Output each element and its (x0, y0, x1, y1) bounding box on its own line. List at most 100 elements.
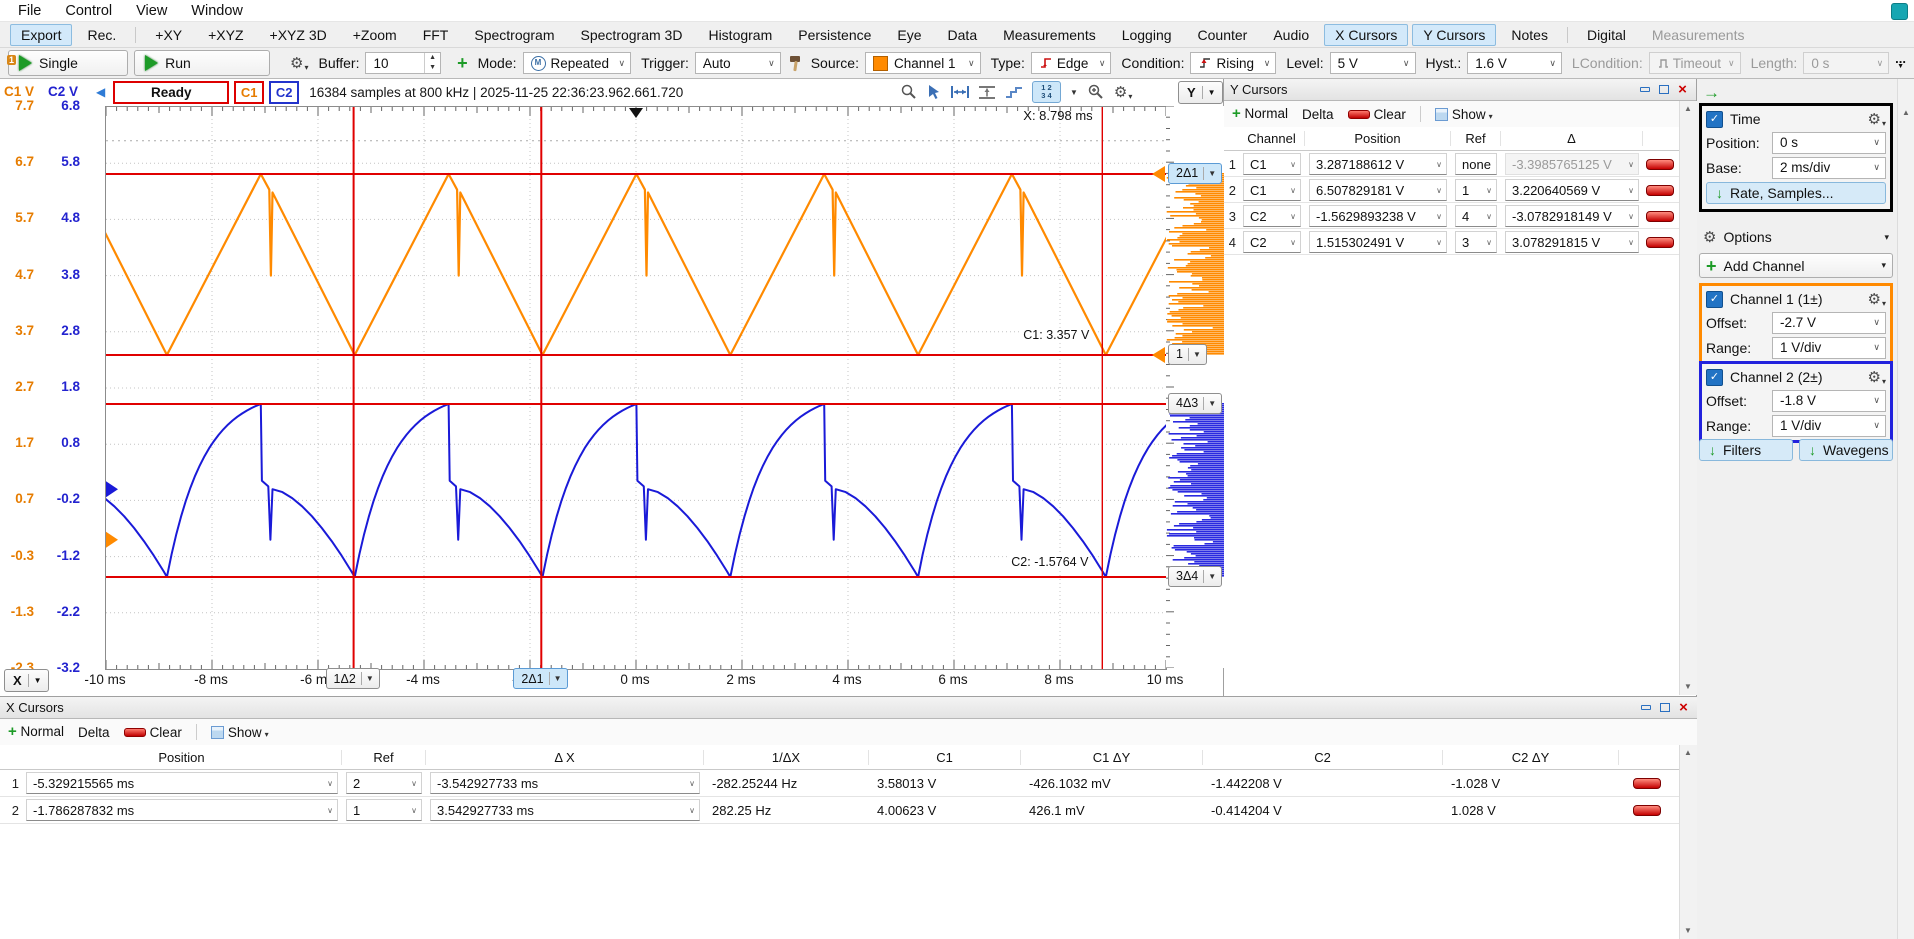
y-cursor-flag-3Δ4[interactable]: 3Δ4▼ (1168, 566, 1222, 587)
buffer-spin-arrows[interactable]: ▲▼ (424, 53, 440, 73)
channel-select[interactable]: C2∨ (1243, 231, 1301, 253)
scroll-up-icon[interactable]: ▲ (1680, 101, 1696, 117)
c2-visibility-button[interactable]: C2 (269, 81, 299, 104)
wavegens-button[interactable]: ↓Wavegens (1799, 439, 1893, 461)
scroll-down-icon[interactable]: ▼ (1680, 679, 1696, 695)
channel2-gear-icon[interactable]: ⚙▾ (1868, 368, 1886, 386)
remove-cursor-button[interactable] (1633, 805, 1661, 816)
tab-fft[interactable]: FFT (412, 24, 460, 46)
scroll-up-icon[interactable]: ▲ (1898, 105, 1914, 121)
zoom-fit-icon[interactable] (900, 83, 918, 101)
tab-y-cursors[interactable]: Y Cursors (1412, 24, 1496, 46)
channel1-offset-select[interactable]: -2.7 V∨ (1772, 312, 1886, 334)
hammer-icon[interactable] (787, 54, 801, 72)
position-select[interactable]: -5.329215565 ms∨ (26, 772, 338, 794)
channel2-offset-select[interactable]: -1.8 V∨ (1772, 390, 1886, 412)
time-checkbox[interactable]: ✓ (1706, 111, 1723, 128)
channel1-checkbox[interactable]: ✓ (1706, 291, 1723, 308)
y-cursor-flag-4Δ3[interactable]: 4Δ3▼ (1168, 393, 1222, 414)
y-add-normal-button[interactable]: + Normal (1232, 106, 1288, 122)
channel2-checkbox[interactable]: ✓ (1706, 369, 1723, 386)
y-cursors-title-bar[interactable]: Y Cursors × (1224, 79, 1696, 101)
trigger-position-marker[interactable] (629, 108, 643, 118)
tab-rec-[interactable]: Rec. (76, 24, 127, 46)
zoom-in-icon[interactable] (1087, 83, 1105, 101)
time-position-select[interactable]: 0 s∨ (1772, 132, 1886, 154)
channel-select[interactable]: C1∨ (1243, 179, 1301, 201)
ref-select[interactable]: 2∨ (346, 772, 422, 794)
collapse-left-icon[interactable]: ◀ (96, 85, 105, 99)
tab-histogram[interactable]: Histogram (697, 24, 783, 46)
x-add-delta-button[interactable]: Delta (78, 725, 110, 740)
remove-cursor-button[interactable] (1633, 778, 1661, 789)
menu-item-window[interactable]: Window (179, 3, 255, 19)
dx-select[interactable]: 3.542927733 ms∨ (430, 799, 700, 821)
minimize-icon[interactable] (1637, 83, 1652, 96)
position-select[interactable]: 1.515302491 V∨ (1309, 231, 1447, 253)
remove-cursor-button[interactable] (1646, 185, 1674, 196)
channel1-range-select[interactable]: 1 V/div∨ (1772, 337, 1886, 359)
tab-persistence[interactable]: Persistence (787, 24, 882, 46)
trigger-select[interactable]: Auto∨ (695, 52, 781, 74)
plot-gear-icon[interactable]: ⚙▾ (1114, 83, 1132, 101)
menu-item-file[interactable]: File (6, 3, 53, 19)
toolbar-overflow-button[interactable]: ...▼ (1895, 55, 1906, 71)
expand-right-icon[interactable]: → (1703, 83, 1720, 103)
dx-select[interactable]: -3.542927733 ms∨ (430, 772, 700, 794)
position-select[interactable]: 6.507829181 V∨ (1309, 179, 1447, 201)
scroll-up-icon[interactable]: ▲ (1680, 745, 1696, 761)
waveform-plot[interactable] (105, 106, 1167, 670)
rate-samples-button[interactable]: ↓Rate, Samples... (1706, 182, 1886, 204)
delta-select[interactable]: 3.220640569 V∨ (1505, 179, 1639, 201)
x-axis-button[interactable]: X▼ (4, 669, 49, 692)
y-show-menu[interactable]: Show▾ (1435, 107, 1493, 122)
x-cursor-flag-1Δ2[interactable]: 1Δ2▼ (326, 668, 380, 689)
x-show-menu[interactable]: Show▾ (211, 725, 269, 740)
buffer-spinner[interactable]: 10 ▲▼ (365, 52, 441, 74)
source-select[interactable]: Channel 1 ∨ (865, 52, 981, 74)
channel2-range-select[interactable]: 1 V/div∨ (1772, 415, 1886, 437)
tab--xyz[interactable]: +XYZ (197, 24, 254, 46)
tab-eye[interactable]: Eye (886, 24, 932, 46)
add-channel-button[interactable]: + Add Channel ▾ (1699, 253, 1893, 278)
channel1-gear-icon[interactable]: ⚙▾ (1868, 290, 1886, 308)
mode-select[interactable]: MRepeated ∨ (523, 52, 632, 74)
ref-select[interactable]: 4∨ (1455, 205, 1497, 227)
hysteresis-select[interactable]: 1.6 V∨ (1467, 52, 1562, 74)
menu-item-view[interactable]: View (124, 3, 179, 19)
type-select[interactable]: Edge ∨ (1031, 52, 1112, 74)
time-gear-icon[interactable]: ⚙▾ (1868, 110, 1886, 128)
tab-spectrogram-3d[interactable]: Spectrogram 3D (570, 24, 694, 46)
channel-select[interactable]: C1∨ (1243, 153, 1301, 175)
run-button[interactable]: Run (134, 50, 270, 76)
close-icon[interactable]: × (1676, 701, 1691, 714)
pointer-icon[interactable] (927, 84, 942, 101)
y-panel-scrollbar[interactable]: ▲ ▼ (1679, 101, 1697, 695)
tab--xy[interactable]: +XY (144, 24, 193, 46)
right-col-scrollbar[interactable]: ▲ (1897, 79, 1914, 939)
tab--xyz-3d[interactable]: +XYZ 3D (259, 24, 338, 46)
condition-select[interactable]: Rising ∨ (1190, 52, 1276, 74)
c1-visibility-button[interactable]: C1 (234, 81, 264, 104)
tab-measurements[interactable]: Measurements (992, 24, 1107, 46)
x-panel-scrollbar[interactable]: ▲ ▼ (1679, 745, 1697, 939)
tab-notes[interactable]: Notes (1500, 24, 1559, 46)
x-cursor-flag-2Δ1[interactable]: 2Δ1▼ (513, 668, 567, 689)
tab-logging[interactable]: Logging (1111, 24, 1183, 46)
tab-digital[interactable]: Digital (1576, 24, 1637, 46)
single-button[interactable]: 1 Single (8, 50, 128, 76)
tab-data[interactable]: Data (937, 24, 989, 46)
remove-cursor-button[interactable] (1646, 211, 1674, 222)
scroll-down-icon[interactable]: ▼ (1680, 923, 1696, 939)
minimize-icon[interactable] (1638, 701, 1653, 714)
tab-x-cursors[interactable]: X Cursors (1324, 24, 1408, 46)
maximize-icon[interactable] (1657, 701, 1672, 714)
x-add-normal-button[interactable]: + Normal (8, 724, 64, 740)
delta-select[interactable]: -3.0782918149 V∨ (1505, 205, 1639, 227)
tab--zoom[interactable]: +Zoom (342, 24, 408, 46)
options-menu[interactable]: ⚙ Options ▾ (1699, 225, 1893, 249)
add-mode-icon[interactable]: + (457, 55, 468, 71)
level-select[interactable]: 5 V∨ (1330, 52, 1416, 74)
quad-view-button[interactable]: 1 23 4 (1032, 81, 1061, 103)
tab-counter[interactable]: Counter (1187, 24, 1259, 46)
